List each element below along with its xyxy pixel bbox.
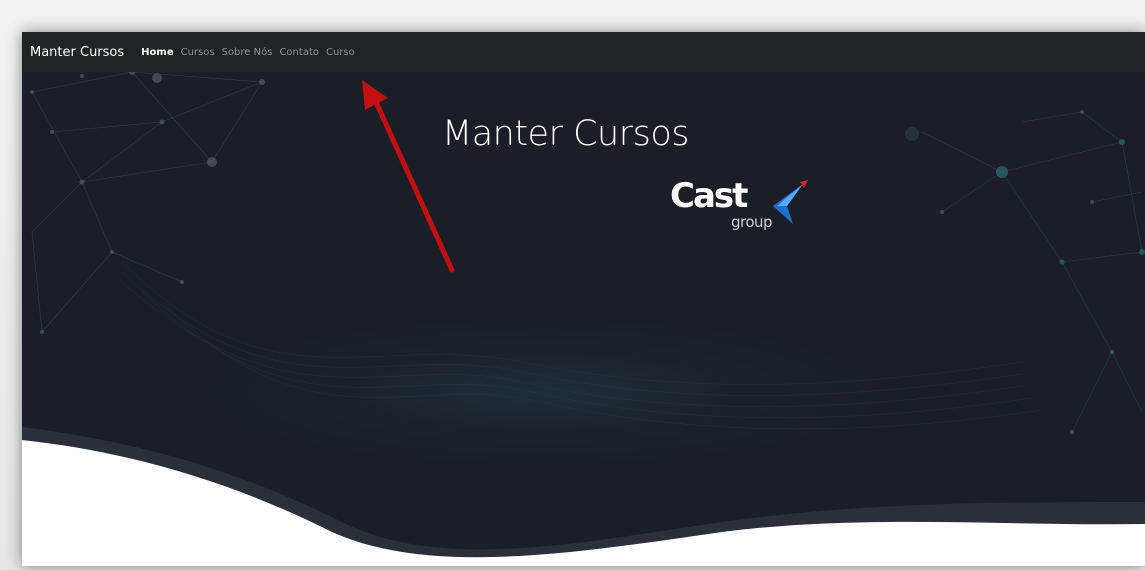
hero-title: Manter Cursos: [442, 114, 690, 154]
nav-link-home[interactable]: Home: [141, 47, 173, 58]
nav-link-curso[interactable]: Curso: [326, 47, 355, 58]
browser-viewport: Manter Cursos Home Cursos Sobre Nós Cont…: [22, 32, 1145, 566]
navbar: Manter Cursos Home Cursos Sobre Nós Cont…: [22, 32, 1145, 72]
nav-link-sobre-nos[interactable]: Sobre Nós: [222, 47, 273, 58]
cast-group-logo: Cast group: [670, 174, 820, 244]
logo-word: Cast: [670, 176, 748, 216]
navbar-brand[interactable]: Manter Cursos: [30, 45, 124, 60]
hero-background: [22, 32, 1145, 566]
nav-link-contato[interactable]: Contato: [279, 47, 319, 58]
logo-mark-icon: [773, 180, 808, 224]
nav-link-cursos[interactable]: Cursos: [181, 47, 215, 58]
